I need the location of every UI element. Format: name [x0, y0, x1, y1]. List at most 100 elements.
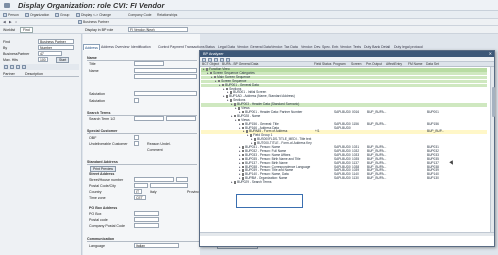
window-title: Display Organization: role CVI: FI Vendo…: [18, 1, 165, 10]
obf-checkbox[interactable]: [134, 135, 139, 140]
expand-arrow-icon[interactable]: ▸: [247, 133, 249, 138]
folder-icon: [213, 75, 217, 79]
po-box-input[interactable]: [134, 211, 159, 216]
expand-arrow-icon[interactable]: ▸: [235, 106, 237, 110]
find-tab[interactable]: Find: [20, 27, 33, 33]
expand-arrow-icon[interactable]: ▸: [243, 129, 245, 134]
tree-header: BCT Object BUPA - BP General Data Field …: [200, 62, 494, 67]
person-button[interactable]: Person: [3, 12, 19, 18]
street-address-section: Street Address: [89, 172, 115, 176]
worklist-tab[interactable]: Worklist: [3, 28, 15, 32]
name-field-2[interactable]: [134, 74, 197, 79]
folder-icon: [217, 79, 221, 83]
back-icon[interactable]: ◀: [3, 20, 6, 24]
folder-icon: [241, 173, 245, 176]
sort-icon[interactable]: [16, 65, 20, 69]
folder-icon: [241, 122, 245, 126]
expand-arrow-icon[interactable]: ▸: [223, 94, 225, 99]
folder-icon: [253, 138, 257, 141]
folder-icon: [233, 181, 237, 184]
vertical-scrollbar[interactable]: [490, 67, 495, 232]
folder-icon: [241, 149, 245, 153]
collapse-icon[interactable]: [208, 57, 212, 62]
salutation-field[interactable]: [134, 91, 197, 96]
refresh-icon[interactable]: [220, 57, 224, 62]
bp-number-input[interactable]: 47: [38, 51, 62, 56]
title-bar: Display Organization: role CVI: FI Vendo…: [0, 0, 498, 11]
field-group-highlight: [236, 194, 303, 208]
expand-arrow-icon[interactable]: ▸: [239, 126, 241, 130]
filter-icon[interactable]: [10, 65, 14, 69]
search-icon[interactable]: [214, 57, 218, 62]
expand-arrow-icon[interactable]: ▸: [235, 118, 237, 122]
language-select[interactable]: Italian: [134, 243, 179, 248]
undeliverable-checkbox[interactable]: [134, 141, 139, 146]
tab-identification[interactable]: Identification: [130, 44, 152, 50]
bp-analyzer-dialog: BP Analyzer ✕ BCT Object BUPA - BP Gener…: [199, 50, 495, 247]
expand-arrow-icon[interactable]: ▸: [219, 83, 221, 87]
relationships-button[interactable]: Relationships: [157, 12, 177, 18]
po-postal-code-input[interactable]: [134, 217, 159, 222]
result-toolbar: [3, 64, 79, 70]
horizontal-scrollbar[interactable]: [200, 232, 494, 236]
folder-icon: [241, 165, 245, 168]
expand-arrow-icon[interactable]: ▸: [203, 67, 205, 71]
pencil-icon: [76, 13, 80, 17]
folder-icon: [237, 118, 241, 122]
tree-node-label: ▸ BUP029 - Search Terms: [231, 180, 272, 185]
company-postal-code-input[interactable]: [134, 223, 159, 228]
company-code-button[interactable]: Company Code: [128, 12, 152, 18]
expand-arrow-icon[interactable]: ▸: [231, 102, 233, 106]
start-button[interactable]: Start: [56, 57, 70, 63]
folder-icon: [241, 161, 245, 165]
city-input[interactable]: [150, 183, 188, 188]
folder-icon: [241, 153, 245, 157]
search-term-2-input[interactable]: [166, 116, 196, 121]
tab-address-overview[interactable]: Address Overview: [100, 44, 130, 50]
postal-code-input[interactable]: [134, 183, 148, 188]
group-icon: [55, 13, 59, 17]
nav-toolbar: ◀ ▶ ⌂ Business Partner: [0, 19, 498, 26]
folder-icon: [241, 169, 245, 172]
settings-icon[interactable]: [226, 57, 230, 62]
home-icon[interactable]: ⌂: [15, 20, 17, 24]
expand-arrow-icon[interactable]: ▸: [215, 79, 217, 83]
forward-icon[interactable]: ▶: [9, 20, 12, 24]
expand-arrow-icon[interactable]: ▸: [223, 87, 225, 91]
find-panel: Find Business Partner By Number Business…: [0, 34, 82, 255]
search-term-1-input[interactable]: [134, 116, 164, 121]
title-select[interactable]: [134, 61, 164, 66]
expand-arrow-icon[interactable]: ▸: [231, 114, 233, 118]
person-icon: [3, 13, 7, 17]
max-hits-input[interactable]: 100: [38, 57, 48, 62]
expand-arrow-icon[interactable]: ▸: [231, 180, 233, 184]
street-input[interactable]: [134, 177, 174, 182]
bp-role-select[interactable]: FI Vendor (New): [128, 27, 188, 32]
organization-button[interactable]: Organization: [25, 12, 49, 18]
app-menu-icon[interactable]: [4, 3, 10, 9]
salutation-checkbox[interactable]: [134, 98, 139, 103]
country-input[interactable]: IT: [134, 189, 142, 194]
organization-icon: [25, 13, 29, 17]
group-button[interactable]: Group: [55, 12, 69, 18]
name-field-1[interactable]: [134, 68, 197, 73]
export-icon[interactable]: [22, 65, 26, 69]
business-partner-button[interactable]: Business Partner: [78, 19, 109, 25]
display-in-role-label: Display in BP role: [85, 28, 114, 32]
find-by-select[interactable]: Number: [38, 45, 74, 50]
folder-icon: [233, 114, 237, 118]
expand-arrow-icon[interactable]: ▸: [227, 98, 229, 102]
display-change-button[interactable]: Display <-> Change: [76, 12, 111, 18]
expand-arrow-icon[interactable]: ▸: [207, 71, 209, 75]
select-all-icon[interactable]: [4, 65, 8, 69]
bp-icon: [78, 20, 82, 24]
bp-toolbar: Person Organization Group Display <-> Ch…: [0, 11, 498, 19]
expand-icon[interactable]: [202, 57, 206, 62]
tab-address[interactable]: Address: [83, 44, 100, 50]
tree-node-text: BUP029 - Search Terms: [237, 180, 272, 185]
find-object-select[interactable]: Business Partner: [38, 39, 74, 44]
tree-row[interactable]: ▸ BUP029 - Search Terms: [201, 180, 487, 185]
expand-arrow-icon[interactable]: ▸: [211, 75, 213, 79]
house-number-input[interactable]: [176, 177, 188, 182]
timezone-input[interactable]: CET: [134, 195, 146, 200]
